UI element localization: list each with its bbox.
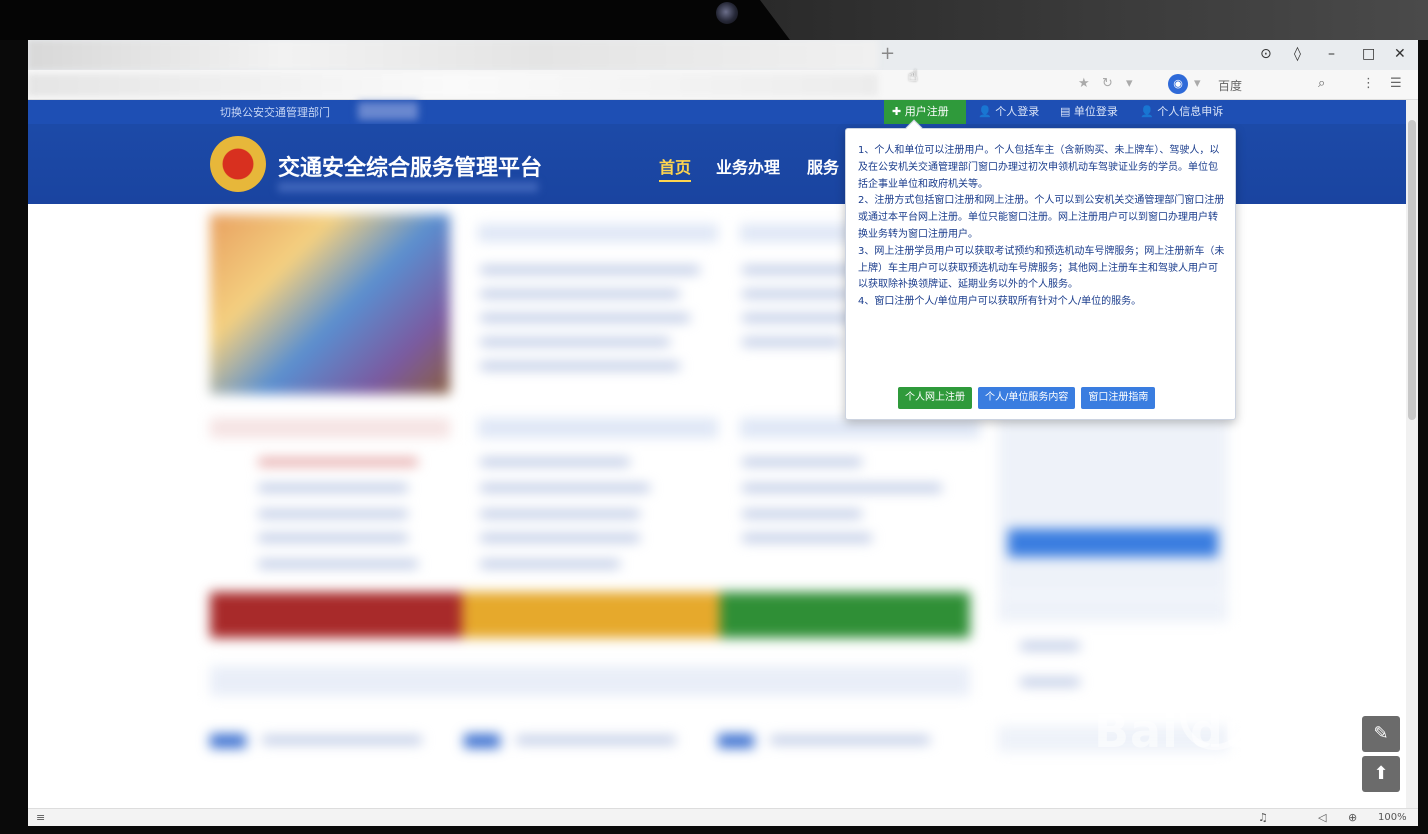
register-link[interactable]: ✚ 用户注册 — [884, 100, 966, 124]
zoom-icon[interactable]: ⊕ — [1348, 811, 1357, 824]
register-rules: 1、个人和单位可以注册用户。个人包括车主（含新购买、未上牌车）、驾驶人，以及在公… — [858, 143, 1226, 311]
site-subtitle-blurred — [278, 182, 538, 192]
dept-switch-link[interactable]: 切换公安交通管理部门 — [220, 104, 330, 120]
rule-item: 3、网上注册学员用户可以获取考试预约和预选机动车号牌服务；网上注册新车（未上牌）… — [858, 245, 1225, 291]
unit-login-link[interactable]: ▤ 单位登录 — [1052, 100, 1126, 124]
page-scrollbar[interactable] — [1406, 100, 1418, 826]
panel-header — [478, 418, 718, 438]
menu-icon[interactable]: ◊ — [1294, 46, 1301, 62]
personal-login-link[interactable]: 👤 个人登录 — [970, 100, 1047, 124]
register-info-popover: 1、个人和单位可以注册用户。个人包括车主（含新购买、未上牌车）、驾驶人，以及在公… — [845, 119, 1236, 420]
new-tab-button[interactable]: + — [880, 43, 895, 64]
alert-panel-header — [210, 418, 450, 438]
popover-buttons: 个人网上注册 个人/单位服务内容 窗口注册指南 — [898, 387, 1156, 409]
tag — [464, 734, 500, 748]
watermark-url: jingyan.baidu.com — [1096, 768, 1318, 796]
search-icon[interactable]: ⌕ — [1318, 76, 1325, 91]
dept-name-blurred — [358, 102, 418, 120]
tab-bar: + ⊙ ◊ – □ ✕ — [28, 40, 1418, 70]
watermark-brand: Bai — [1094, 704, 1179, 758]
list-icon[interactable]: ≡ — [36, 811, 45, 824]
maximize-button[interactable]: □ — [1362, 46, 1375, 62]
search-input[interactable]: 百度 — [1218, 77, 1242, 94]
refresh-icon[interactable]: ↻ — [1102, 76, 1113, 91]
panel-header — [740, 418, 980, 438]
close-button[interactable]: ✕ — [1394, 46, 1406, 62]
rule-item: 1、个人和单位可以注册用户。个人包括车主（含新购买、未上牌车）、驾驶人，以及在公… — [858, 145, 1220, 190]
engine-dropdown-icon[interactable]: ▾ — [1194, 76, 1201, 91]
nav-home[interactable]: 首页 — [659, 154, 691, 178]
zoom-level[interactable]: 100% — [1378, 812, 1407, 823]
service-content-button[interactable]: 个人/单位服务内容 — [978, 387, 1076, 409]
appeal-link[interactable]: 👤 个人信息申诉 — [1132, 100, 1231, 124]
nav-business[interactable]: 业务办理 — [716, 154, 780, 178]
baidu-paw-icon — [1180, 680, 1250, 750]
nav-active-indicator — [659, 180, 691, 182]
news-panel-header — [478, 224, 718, 242]
site-title: 交通安全综合服务管理平台 — [278, 156, 543, 181]
watermark-product: 经验 — [1252, 722, 1332, 768]
background-wall — [760, 0, 1428, 40]
url-field-blurred[interactable] — [28, 74, 878, 96]
status-bar: ≡ ♫ ◁ ⊕ 100% — [28, 808, 1418, 826]
bell-icon[interactable]: ♫ — [1258, 811, 1268, 824]
webcam — [716, 2, 738, 24]
tag — [718, 734, 754, 748]
address-bar: ★ ↻ ▾ ◉ ▾ 百度 ⌕ ⋮ ☰ — [28, 70, 1418, 100]
hand-cursor-icon: ☝ — [908, 66, 918, 85]
banner-image[interactable] — [210, 214, 450, 394]
skin-icon[interactable]: ⊙ — [1260, 46, 1272, 62]
red-service-banner[interactable] — [210, 592, 462, 638]
chevron-down-icon[interactable]: ▾ — [1126, 76, 1133, 91]
hamburger-icon[interactable]: ☰ — [1390, 76, 1402, 91]
more-icon[interactable]: ⋮ — [1362, 76, 1375, 91]
minimize-button[interactable]: – — [1328, 46, 1335, 62]
login-button[interactable] — [1008, 529, 1218, 557]
tag — [210, 734, 246, 748]
login-panel — [998, 414, 1228, 594]
tabs-blurred[interactable] — [28, 40, 878, 70]
rule-item: 4、窗口注册个人/单位用户可以获取所有针对个人/单位的服务。 — [858, 296, 1142, 308]
nav-service[interactable]: 服务 — [807, 154, 839, 178]
green-service-banner[interactable] — [720, 592, 970, 638]
section-header — [210, 666, 970, 696]
back-to-top-icon[interactable]: ⬆ — [1362, 756, 1400, 792]
rule-item: 2、注册方式包括窗口注册和网上注册。个人可以到公安机关交通管理部门窗口注册或通过… — [858, 195, 1225, 240]
search-engine-icon[interactable]: ◉ — [1168, 74, 1188, 94]
site-top-strip: 切换公安交通管理部门 ✚ 用户注册 👤 个人登录 ▤ 单位登录 👤 个人信息申诉 — [28, 100, 1406, 124]
personal-online-register-button[interactable]: 个人网上注册 — [898, 387, 972, 409]
window-register-guide-button[interactable]: 窗口注册指南 — [1081, 387, 1156, 409]
yellow-service-banner[interactable] — [462, 592, 720, 638]
police-emblem-logo — [210, 136, 266, 192]
scrollbar-thumb[interactable] — [1408, 120, 1416, 420]
star-icon[interactable]: ★ — [1078, 76, 1090, 91]
edit-icon[interactable]: ✎ — [1362, 716, 1400, 752]
volume-icon[interactable]: ◁ — [1318, 811, 1326, 824]
panel-header — [998, 596, 1228, 622]
